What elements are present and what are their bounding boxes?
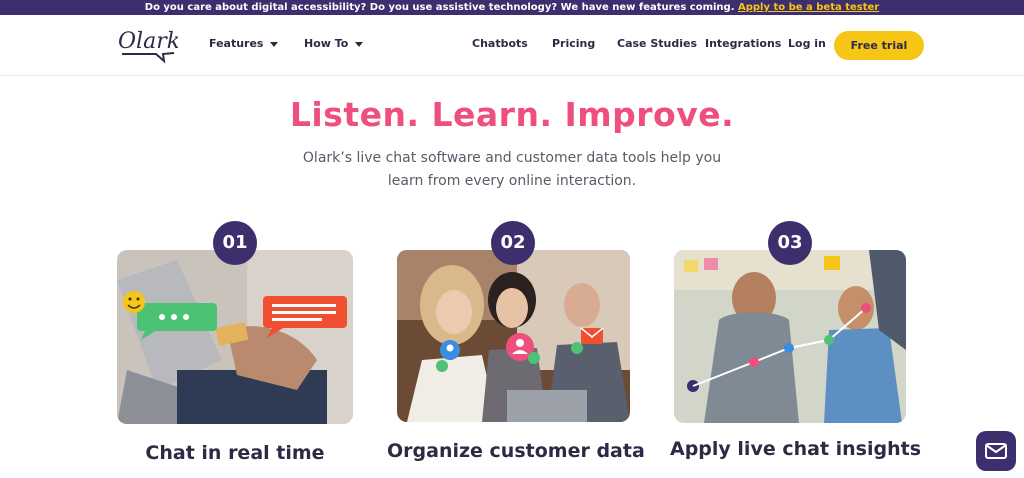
step-badge-1: 01 — [213, 221, 257, 265]
top-nav: Olark Features How To Chatbots Pricing C… — [0, 15, 1024, 76]
step-badge-2: 02 — [491, 221, 535, 265]
envelope-icon — [985, 443, 1007, 459]
nav-features-label: Features — [209, 37, 264, 50]
beta-tester-link[interactable]: Apply to be a beta tester — [738, 2, 879, 13]
feature-card-1: 01 Chat in real time — [117, 221, 353, 464]
announcement-banner: Do you care about digital accessibility?… — [0, 0, 1024, 15]
card-title-1: Chat in real time — [145, 442, 325, 464]
free-trial-button[interactable]: Free trial — [834, 31, 924, 60]
nav-login[interactable]: Log in — [788, 37, 826, 50]
nav-chatbots[interactable]: Chatbots — [472, 37, 528, 50]
logo-text: Olark — [118, 29, 178, 54]
card-title-2: Organize customer data — [387, 440, 645, 462]
card-title-3: Apply live chat insights — [670, 438, 922, 460]
smiley-icon — [123, 291, 145, 313]
nav-features[interactable]: Features — [209, 37, 279, 50]
hero-subtitle: Olark’s live chat software and customer … — [302, 150, 722, 189]
feature-card-2: 02 Organize customer data — [387, 221, 645, 462]
nav-howto-label: How To — [304, 37, 349, 50]
check-icon — [436, 360, 448, 372]
caret-down-icon — [355, 41, 364, 47]
nav-integrations[interactable]: Integrations — [705, 37, 781, 50]
hero-title: Listen. Learn. Improve. — [289, 95, 735, 134]
step-badge-3: 03 — [768, 221, 812, 265]
nav-howto[interactable]: How To — [304, 37, 364, 50]
nav-pricing[interactable]: Pricing — [552, 37, 595, 50]
feature-card-3: 03 Apply live chat insights — [670, 221, 921, 461]
olark-logo[interactable]: Olark — [116, 24, 178, 64]
chat-launcher-button[interactable] — [976, 431, 1016, 471]
caret-down-icon — [270, 41, 279, 47]
nav-case-studies[interactable]: Case Studies — [617, 37, 697, 50]
insights-photo — [674, 250, 906, 423]
chat-photo — [117, 250, 353, 424]
team-photo — [397, 250, 630, 422]
banner-text: Do you care about digital accessibility?… — [144, 2, 738, 13]
